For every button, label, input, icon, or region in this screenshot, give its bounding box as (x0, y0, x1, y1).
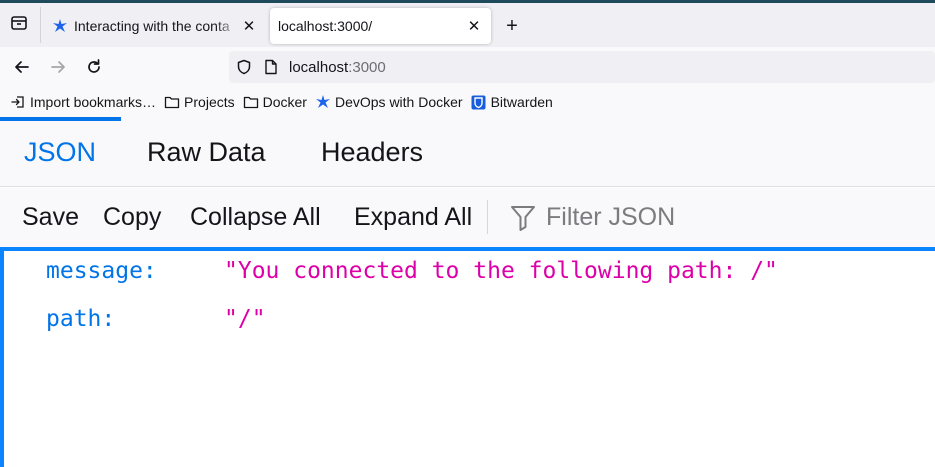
tab-devops[interactable]: Interacting with the conta ✕ (44, 8, 266, 44)
filter-json-input[interactable]: Filter JSON (508, 188, 675, 247)
bookmark-label: DevOps with Docker (334, 94, 463, 110)
viewer-tab-bar: JSON Raw Data Headers (0, 117, 935, 187)
json-value: "/" (224, 306, 266, 332)
json-row-message[interactable]: message: "You connected to the following… (46, 251, 778, 291)
url-port: :3000 (348, 58, 386, 76)
tab-overview-icon[interactable] (8, 12, 30, 34)
json-key: path: (46, 306, 116, 332)
tab-title: Interacting with the conta (74, 18, 230, 34)
navigation-bar: localhost:3000 (0, 47, 935, 87)
tab-title: localhost:3000/ (278, 18, 373, 34)
shield-icon[interactable] (235, 58, 253, 76)
close-tab-icon[interactable]: ✕ (465, 17, 483, 35)
bookmark-docker[interactable]: Docker (243, 94, 307, 110)
filter-placeholder: Filter JSON (546, 203, 676, 231)
bitwarden-icon (471, 94, 487, 110)
url-bar[interactable]: localhost:3000 (229, 51, 935, 83)
reload-icon[interactable] (82, 55, 106, 79)
tab-json[interactable]: JSON (24, 117, 96, 187)
forward-arrow-icon[interactable] (46, 55, 70, 79)
plus-icon[interactable]: + (501, 15, 523, 37)
tab-strip: Interacting with the conta ✕ localhost:3… (0, 3, 935, 47)
toolbar-separator (487, 200, 488, 234)
import-icon (10, 94, 26, 110)
back-arrow-icon[interactable] (10, 55, 34, 79)
bookmarks-bar: Import bookmarks… Projects Docker DevOps… (0, 87, 935, 117)
copy-button[interactable]: Copy (103, 188, 161, 247)
url-text[interactable]: localhost:3000 (289, 59, 386, 76)
docker-devops-icon (315, 94, 331, 110)
url-host: localhost (289, 58, 349, 76)
json-key: message: (46, 258, 157, 284)
tab-raw-data[interactable]: Raw Data (147, 117, 266, 187)
expand-all-button[interactable]: Expand All (354, 188, 472, 247)
folder-icon (243, 94, 259, 110)
docker-devops-icon (52, 18, 68, 34)
folder-icon (164, 94, 180, 110)
bookmark-label: Projects (184, 94, 235, 110)
collapse-all-button[interactable]: Collapse All (190, 188, 321, 247)
bookmark-devops-with-docker[interactable]: DevOps with Docker (315, 94, 463, 110)
json-toolbar: Save Copy Collapse All Expand All Filter… (0, 188, 935, 247)
bookmark-label: Docker (262, 94, 307, 110)
bookmark-import[interactable]: Import bookmarks… (10, 94, 156, 110)
filter-icon (508, 203, 538, 233)
bookmark-projects[interactable]: Projects (164, 94, 235, 110)
json-row-path[interactable]: path: "/" (46, 299, 266, 339)
save-button[interactable]: Save (22, 188, 79, 247)
tab-localhost[interactable]: localhost:3000/ ✕ (270, 8, 491, 44)
tab-headers[interactable]: Headers (321, 117, 423, 187)
json-content: message: "You connected to the following… (0, 247, 935, 467)
json-value: "You connected to the following path: /" (224, 258, 778, 284)
tab-separator (40, 7, 41, 43)
close-tab-icon[interactable]: ✕ (240, 17, 258, 35)
bookmark-bitwarden[interactable]: Bitwarden (471, 94, 553, 110)
bookmark-label: Bitwarden (490, 94, 553, 110)
bookmark-label: Import bookmarks… (30, 94, 157, 110)
page-icon[interactable] (263, 59, 279, 75)
